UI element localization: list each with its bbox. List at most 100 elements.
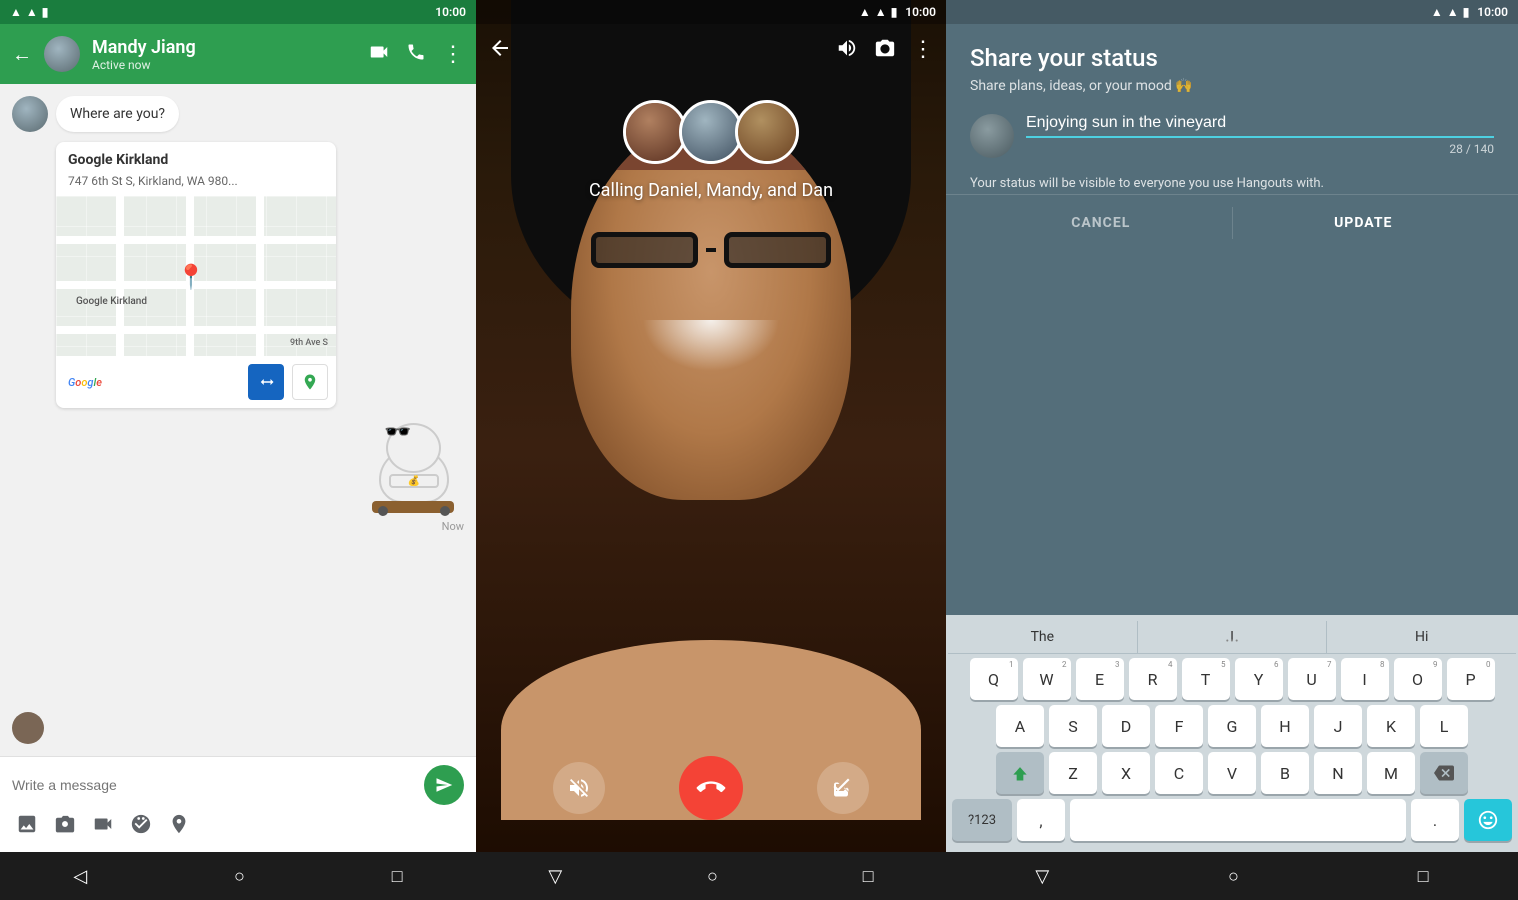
key-n[interactable]: N xyxy=(1314,752,1362,794)
status-user-avatar xyxy=(970,114,1014,158)
key-v[interactable]: V xyxy=(1208,752,1256,794)
symbols-key[interactable]: ?123 xyxy=(952,799,1012,841)
map-label-text: Google Kirkland xyxy=(76,296,147,307)
keyboard-row-3: Z X C V B N M xyxy=(948,752,1516,794)
chat-bottom-nav: ◁ ○ □ xyxy=(0,852,476,900)
key-p[interactable]: P0 xyxy=(1447,658,1495,700)
key-u[interactable]: U7 xyxy=(1288,658,1336,700)
key-z[interactable]: Z xyxy=(1049,752,1097,794)
suggestion-the[interactable]: The xyxy=(948,621,1138,653)
speaker-button[interactable] xyxy=(836,37,858,65)
status-text-input[interactable] xyxy=(1026,114,1494,138)
back-button[interactable]: ← xyxy=(12,42,32,67)
call-nav-back[interactable]: ▽ xyxy=(548,866,562,887)
status-nav-back[interactable]: ▽ xyxy=(1035,866,1049,887)
period-key[interactable]: . xyxy=(1411,799,1459,841)
call-nav-home[interactable]: ○ xyxy=(707,866,718,887)
image-button[interactable] xyxy=(16,813,38,840)
google-logo: Google xyxy=(64,376,102,389)
message-input[interactable] xyxy=(12,773,416,797)
key-c[interactable]: C xyxy=(1155,752,1203,794)
key-x[interactable]: X xyxy=(1102,752,1150,794)
shift-key[interactable] xyxy=(996,752,1044,794)
call-more-options-button[interactable]: ⋮ xyxy=(912,37,934,65)
own-avatar xyxy=(12,712,44,744)
flip-camera-button[interactable] xyxy=(874,37,896,65)
suggestion-i[interactable]: I ··· xyxy=(1138,621,1328,653)
key-s[interactable]: S xyxy=(1049,705,1097,747)
update-button[interactable]: UPDATE xyxy=(1233,195,1495,251)
key-g[interactable]: G xyxy=(1208,705,1256,747)
call-nav-recents[interactable]: □ xyxy=(863,866,874,887)
key-l[interactable]: L xyxy=(1420,705,1468,747)
nav-recents-icon[interactable]: □ xyxy=(392,866,403,887)
status-battery-icon: ▮ xyxy=(1463,5,1470,19)
directions-button[interactable] xyxy=(248,364,284,400)
key-w[interactable]: W2 xyxy=(1023,658,1071,700)
key-y[interactable]: Y6 xyxy=(1235,658,1283,700)
chat-status-bar: ▲ ▲ ▮ 10:00 xyxy=(0,0,476,24)
status-bottom-nav: ▽ ○ □ xyxy=(946,852,1518,900)
send-button[interactable] xyxy=(424,765,464,805)
caller-avatar-1 xyxy=(623,100,687,164)
call-back-button[interactable] xyxy=(488,36,512,66)
key-b[interactable]: B xyxy=(1261,752,1309,794)
message-text: Where are you? xyxy=(70,106,165,122)
emoji-key[interactable] xyxy=(1464,799,1512,841)
key-q[interactable]: Q1 xyxy=(970,658,1018,700)
nav-back-icon[interactable]: ◁ xyxy=(73,866,87,887)
call-status-bar: ▲ ▲ ▮ 10:00 xyxy=(476,0,946,24)
caller-avatar-2 xyxy=(679,100,743,164)
sticker-button[interactable] xyxy=(130,813,152,840)
chat-messages: Where are you? Google Kirkland 747 6th S… xyxy=(0,84,476,756)
video-call-button[interactable] xyxy=(368,41,390,68)
chat-header-actions: ⋮ xyxy=(368,41,464,68)
sticker-image: 🕶️ 💰 xyxy=(364,418,464,518)
map-footer: Google xyxy=(56,356,336,408)
message-timestamp: Now xyxy=(442,520,464,533)
comma-key[interactable]: , xyxy=(1017,799,1065,841)
video-off-button[interactable] xyxy=(817,762,869,814)
status-nav-recents[interactable]: □ xyxy=(1418,866,1429,887)
status-wifi-icon: ▲ xyxy=(1431,5,1443,19)
call-controls xyxy=(476,756,946,820)
map-pin-icon: 📍 xyxy=(176,263,206,291)
keyboard-row-1: Q1 W2 E3 R4 T5 Y6 U7 I8 O9 P0 xyxy=(948,658,1516,700)
nav-home-icon[interactable]: ○ xyxy=(234,866,245,887)
location-button[interactable] xyxy=(168,813,190,840)
delete-key[interactable] xyxy=(1420,752,1468,794)
key-h[interactable]: H xyxy=(1261,705,1309,747)
suggestion-hi[interactable]: Hi xyxy=(1327,621,1516,653)
key-f[interactable]: F xyxy=(1155,705,1203,747)
key-a[interactable]: A xyxy=(996,705,1044,747)
key-r[interactable]: R4 xyxy=(1129,658,1177,700)
message-bubble: Where are you? xyxy=(56,96,179,132)
map-card[interactable]: Google Kirkland 747 6th St S, Kirkland, … xyxy=(56,142,336,408)
status-top-bar: ▲ ▲ ▮ 10:00 xyxy=(946,0,1518,24)
video-button[interactable] xyxy=(92,813,114,840)
key-m[interactable]: M xyxy=(1367,752,1415,794)
keyboard-row-4: ?123 , . xyxy=(948,799,1516,841)
key-e[interactable]: E3 xyxy=(1076,658,1124,700)
key-i[interactable]: I8 xyxy=(1341,658,1389,700)
open-maps-button[interactable] xyxy=(292,364,328,400)
key-k[interactable]: K xyxy=(1367,705,1415,747)
cancel-button[interactable]: CANCEL xyxy=(970,195,1232,251)
map-message-row: Google Kirkland 747 6th St S, Kirkland, … xyxy=(12,142,464,408)
map-address: 747 6th St S, Kirkland, WA 980... xyxy=(56,174,336,196)
key-j[interactable]: J xyxy=(1314,705,1362,747)
key-t[interactable]: T5 xyxy=(1182,658,1230,700)
more-options-button[interactable]: ⋮ xyxy=(442,42,464,67)
mute-button[interactable] xyxy=(553,762,605,814)
chat-status-time: 10:00 xyxy=(435,5,466,19)
key-d[interactable]: D xyxy=(1102,705,1150,747)
status-nav-home[interactable]: ○ xyxy=(1228,866,1239,887)
key-o[interactable]: O9 xyxy=(1394,658,1442,700)
camera-button[interactable] xyxy=(54,813,76,840)
space-key[interactable] xyxy=(1070,799,1406,841)
call-panel: ▲ ▲ ▮ 10:00 ⋮ Calling Daniel, xyxy=(476,0,946,900)
phone-call-button[interactable] xyxy=(406,42,426,67)
status-subtitle: Share plans, ideas, or your mood 🙌 xyxy=(970,78,1494,94)
status-info-text: Your status will be visible to everyone … xyxy=(970,174,1494,194)
hangup-button[interactable] xyxy=(679,756,743,820)
